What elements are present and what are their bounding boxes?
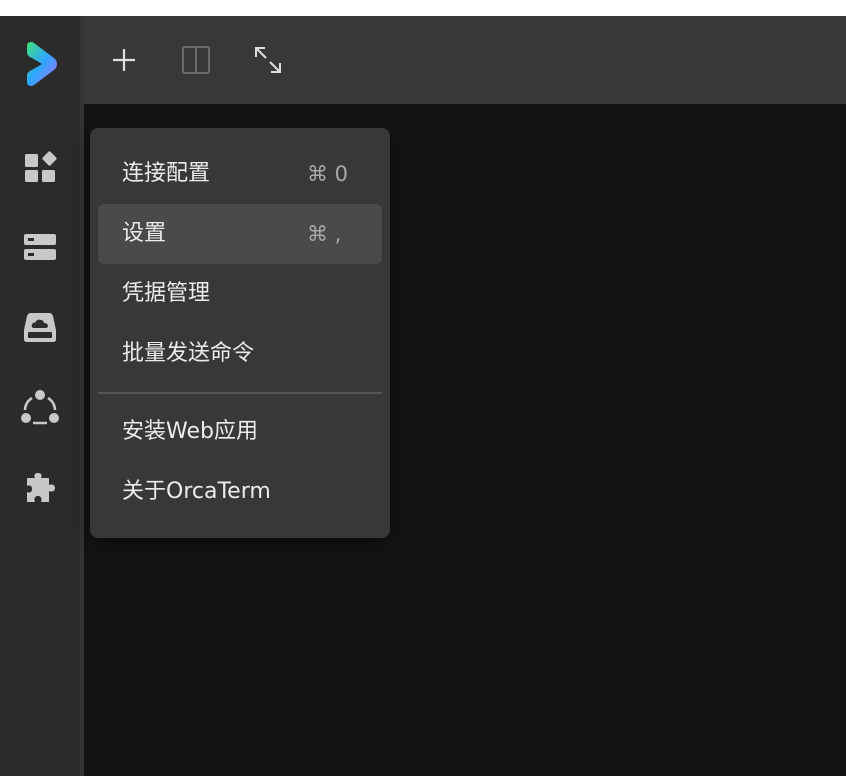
server-icon[interactable] — [21, 228, 59, 266]
app-logo-icon — [20, 40, 60, 88]
menu-item-label: 设置 — [122, 221, 167, 246]
menu-item-label: 凭据管理 — [122, 281, 211, 306]
menu-item-label: 连接配置 — [122, 161, 211, 186]
menu-item-credential-management[interactable]: 凭据管理 — [98, 264, 382, 324]
plus-icon[interactable] — [106, 42, 142, 78]
menu-item-label: 关于OrcaTerm — [122, 479, 271, 504]
menu-item-label: 安装Web应用 — [122, 419, 258, 444]
menu-item-settings[interactable]: 设置 ⌘ , — [98, 204, 382, 264]
expand-icon[interactable] — [250, 42, 286, 78]
puzzle-icon[interactable] — [21, 468, 59, 506]
app-window: 连接配置 ⌘ 0 设置 ⌘ , 凭据管理 批量发送命令 安装Web应用 关于Or… — [0, 16, 846, 776]
dashboard-icon[interactable] — [21, 148, 59, 186]
sidebar — [0, 16, 80, 776]
menu-item-shortcut: ⌘ 0 — [307, 162, 349, 186]
menu-divider — [98, 392, 382, 394]
share-network-icon[interactable] — [21, 388, 59, 426]
toolbar — [84, 16, 846, 104]
menu-item-install-web-app[interactable]: 安装Web应用 — [98, 402, 382, 462]
app-menu: 连接配置 ⌘ 0 设置 ⌘ , 凭据管理 批量发送命令 安装Web应用 关于Or… — [90, 128, 390, 538]
menu-item-batch-send-command[interactable]: 批量发送命令 — [98, 324, 382, 384]
menu-item-connection-config[interactable]: 连接配置 ⌘ 0 — [98, 144, 382, 204]
menu-item-label: 批量发送命令 — [122, 341, 255, 366]
menu-item-about[interactable]: 关于OrcaTerm — [98, 462, 382, 522]
menu-item-shortcut: ⌘ , — [307, 222, 342, 246]
cloud-storage-icon[interactable] — [21, 308, 59, 346]
split-view-icon[interactable] — [178, 42, 214, 78]
